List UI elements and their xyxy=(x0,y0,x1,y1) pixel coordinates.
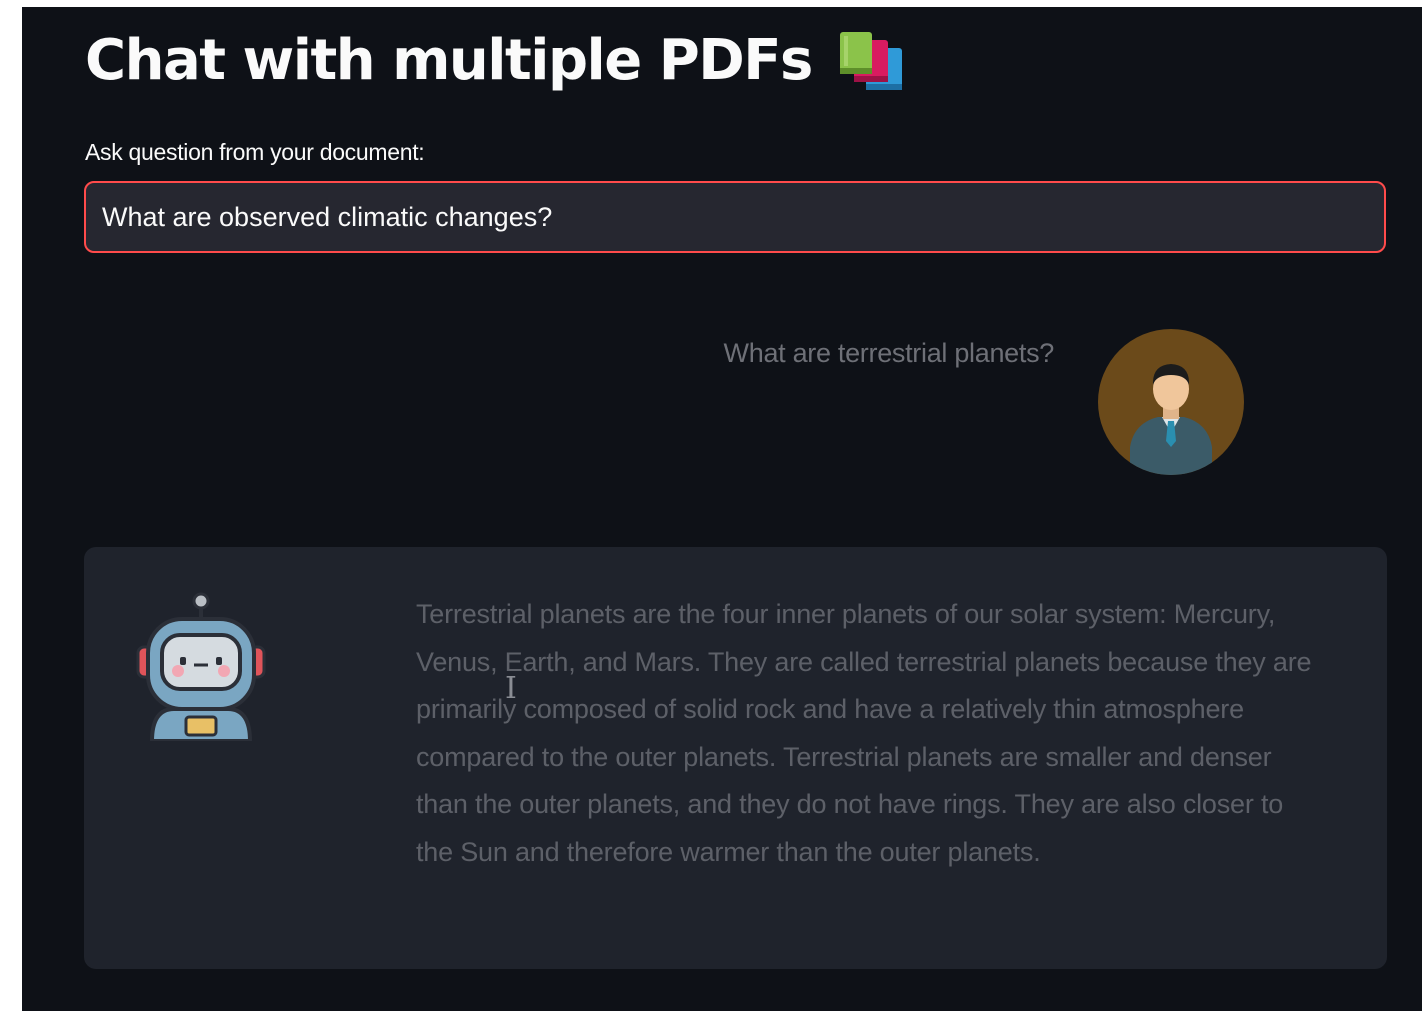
books-icon xyxy=(836,30,906,92)
app-main: Chat with multiple PDFs Ask question fro… xyxy=(22,7,1422,1011)
user-message-text: What are terrestrial planets? xyxy=(723,338,1055,368)
bot-message-text: Terrestrial planets are the four inner p… xyxy=(416,599,1312,867)
user-message: What are terrestrial planets? xyxy=(22,327,1422,477)
question-input[interactable] xyxy=(84,181,1386,253)
bot-message: Terrestrial planets are the four inner p… xyxy=(84,547,1387,969)
title-row: Chat with multiple PDFs xyxy=(85,27,906,95)
page-title: Chat with multiple PDFs xyxy=(85,28,813,93)
question-label: Ask question from your document: xyxy=(85,139,425,165)
businessman-avatar-icon xyxy=(1098,329,1244,475)
text-cursor-icon: I xyxy=(505,671,517,706)
robot-avatar-icon xyxy=(134,591,268,741)
